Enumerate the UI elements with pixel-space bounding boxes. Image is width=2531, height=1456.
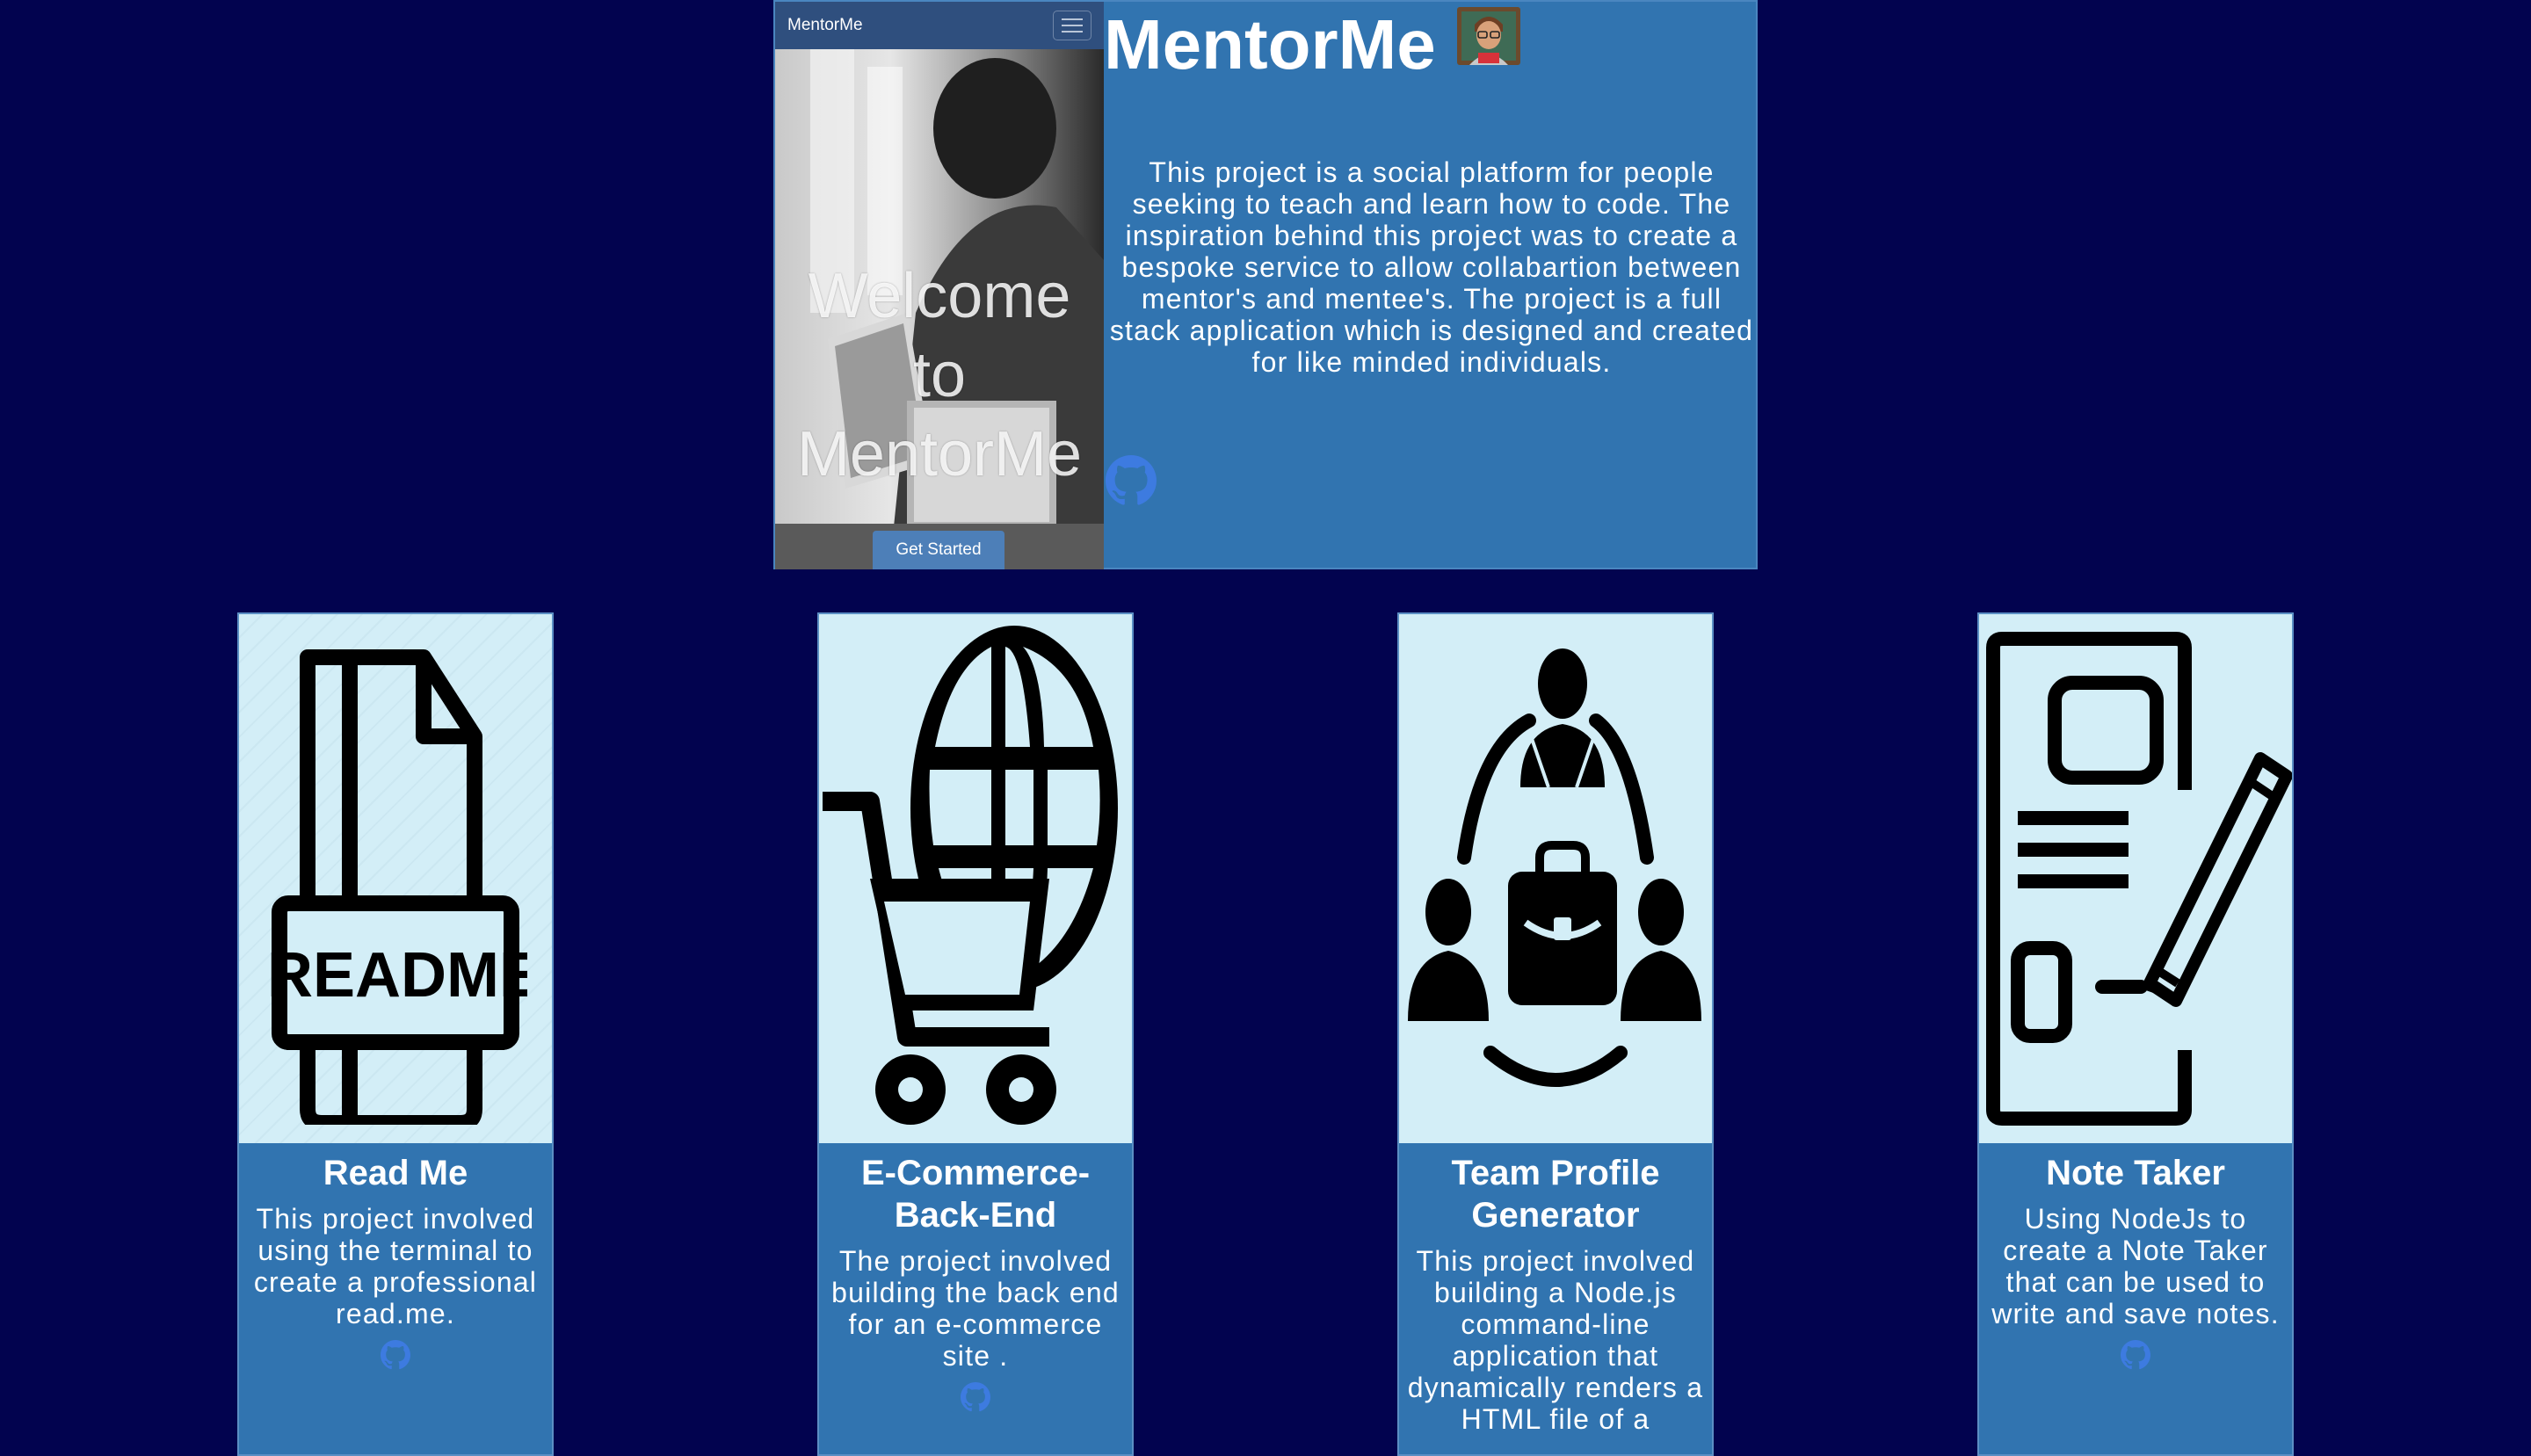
project-title: MentorMe [1104, 5, 1526, 84]
github-icon[interactable] [819, 1382, 1132, 1412]
project-card-note-taker: Note Taker Using NodeJs to create a Note… [1977, 612, 2294, 1456]
preview-navbar: MentorMe [775, 2, 1104, 49]
project-description: This project is a social platform for pe… [1109, 156, 1754, 378]
card-image: .README [239, 614, 552, 1143]
card-title: Read Me [323, 1154, 468, 1192]
get-started-button[interactable]: Get Started [873, 531, 1004, 569]
github-icon[interactable] [1106, 455, 1157, 511]
github-icon[interactable] [1979, 1340, 2292, 1370]
svg-text:.README: .README [264, 940, 527, 1011]
card-image [1399, 614, 1712, 1143]
app-preview-screenshot: MentorMe Welcome to MentorMe Get Started [775, 2, 1104, 569]
readme-file-icon: .README [264, 649, 527, 1125]
featured-project: MentorMe Welcome to MentorMe Get Started… [773, 0, 1758, 569]
project-card-readme: .README Read Me This project involved us… [237, 612, 554, 1456]
team-network-icon [1408, 648, 1701, 1087]
card-title: Note Taker [2046, 1154, 2225, 1192]
project-title-text: MentorMe [1104, 5, 1436, 83]
github-icon[interactable] [239, 1340, 552, 1370]
card-title: Team Profile Generator [1451, 1154, 1660, 1235]
card-title: E-Commerce-Back-End [860, 1154, 1091, 1235]
notepad-pencil-icon [1986, 632, 2292, 1126]
project-card-ecommerce: E-Commerce-Back-End The project involved… [817, 612, 1134, 1456]
card-description: The project involved building the back e… [831, 1245, 1120, 1372]
card-image [1979, 614, 2292, 1143]
card-description: This project involved using the terminal… [253, 1203, 538, 1329]
card-description: This project involved building a Node.js… [1407, 1245, 1704, 1435]
hamburger-menu-icon[interactable] [1053, 11, 1091, 40]
card-description: Using NodeJs to create a Note Taker that… [1991, 1203, 2280, 1329]
preview-welcome-heading: Welcome to MentorMe [796, 261, 1083, 489]
card-image [819, 614, 1132, 1143]
teacher-emoji-icon [1452, 0, 1526, 90]
preview-brand[interactable]: MentorMe [787, 16, 863, 35]
shopping-cart-globe-icon [823, 626, 1118, 1125]
project-card-team-profile: Team Profile Generator This project invo… [1397, 612, 1714, 1456]
